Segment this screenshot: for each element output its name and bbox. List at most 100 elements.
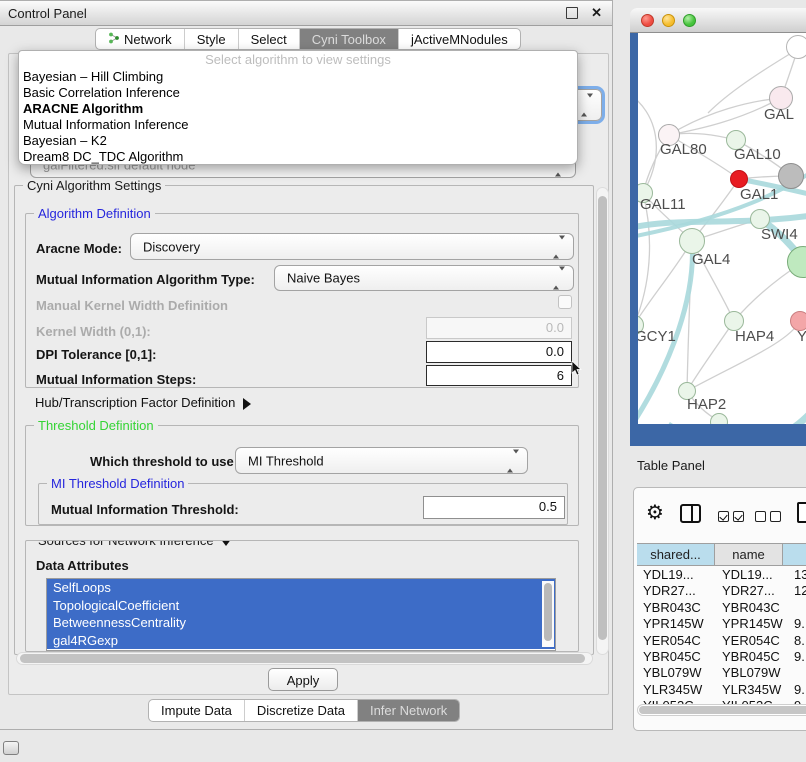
table-cell: YPR145W bbox=[637, 616, 722, 632]
table-cell: YDL19... bbox=[637, 567, 722, 583]
data-attribute-item[interactable]: TopologicalCoefficient bbox=[47, 597, 555, 615]
dpi-tolerance-field[interactable]: 0.0 bbox=[426, 341, 572, 363]
node-label-gal10: GAL10 bbox=[734, 146, 781, 163]
table-cell: YBR045C bbox=[722, 649, 794, 665]
table-row[interactable]: YDR27...YDR27...12 bbox=[637, 583, 806, 599]
table-cell: YDR27... bbox=[637, 583, 722, 599]
close-icon[interactable]: ✕ bbox=[591, 8, 602, 18]
collapsed-panel-icon[interactable] bbox=[3, 741, 19, 755]
table-row[interactable]: YER054CYER054C8. bbox=[637, 633, 806, 649]
table-cell: YDR27... bbox=[722, 583, 794, 599]
network-canvas[interactable]: GALGAL80GAL10GAL1GAL11SWI4GAL4GCY1HAP4YH… bbox=[638, 33, 806, 424]
chevron-updown-icon bbox=[553, 239, 565, 254]
tab-impute-data[interactable]: Impute Data bbox=[149, 700, 244, 721]
mi-algorithm-type-combobox[interactable]: Naive Bayes bbox=[274, 265, 574, 291]
tab-discretize-data[interactable]: Discretize Data bbox=[244, 700, 357, 721]
kernel-width-field[interactable]: 0.0 bbox=[426, 317, 572, 339]
node-label-gal80: GAL80 bbox=[660, 141, 707, 158]
apply-button[interactable]: Apply bbox=[268, 668, 338, 691]
algorithm-option-bayesian-hill-climbing[interactable]: Bayesian – Hill Climbing bbox=[19, 69, 577, 85]
tab-label: Network bbox=[124, 32, 172, 47]
data-attribute-item[interactable]: gal4RGexp bbox=[47, 632, 555, 650]
table-row[interactable]: YPR145WYPR145W9. bbox=[637, 616, 806, 632]
hub-definition-label: Hub/Transcription Factor Definition bbox=[35, 395, 235, 410]
data-attribute-item[interactable]: SelfLoops bbox=[47, 579, 555, 597]
which-threshold-combobox[interactable]: MI Threshold bbox=[235, 447, 528, 474]
table-panel: ⚙ shared...name YDL19...YDL19...13YDR27.… bbox=[633, 487, 806, 731]
mi-threshold-field[interactable]: 0.5 bbox=[423, 496, 565, 519]
tab-label: Style bbox=[197, 32, 226, 47]
table-cell: 13 bbox=[794, 567, 806, 583]
table-cell: YBL079W bbox=[722, 665, 794, 681]
table-row[interactable]: YBR045CYBR045C9. bbox=[637, 649, 806, 665]
algorithm-option-dream8-dc-tdc-algorithm[interactable]: Dream8 DC_TDC Algorithm bbox=[19, 149, 577, 165]
data-attributes-label: Data Attributes bbox=[36, 558, 129, 573]
network-window-frame: GALGAL80GAL10GAL1GAL11SWI4GAL4GCY1HAP4YH… bbox=[630, 33, 806, 446]
tab-style[interactable]: Style bbox=[184, 29, 238, 49]
node-label-gal11: GAL11 bbox=[640, 196, 686, 213]
gear-icon[interactable]: ⚙ bbox=[646, 501, 664, 523]
close-traffic-light[interactable] bbox=[641, 14, 654, 27]
deselect-all-checkboxes-icon[interactable] bbox=[755, 509, 785, 527]
hub-definition-expander[interactable]: Hub/Transcription Factor Definition bbox=[35, 395, 251, 410]
manual-kernel-label: Manual Kernel Width Definition bbox=[36, 298, 228, 313]
table-horizontal-scrollbar[interactable] bbox=[637, 704, 806, 716]
column-header-shared[interactable]: shared... bbox=[637, 544, 715, 565]
table-row[interactable]: YLR345WYLR345W9. bbox=[637, 682, 806, 698]
panel-title: Control Panel bbox=[8, 6, 566, 21]
minimize-traffic-light[interactable] bbox=[662, 14, 675, 27]
expander-down-icon bbox=[220, 540, 232, 546]
mi-threshold-label: Mutual Information Threshold: bbox=[51, 502, 239, 517]
float-panel-icon[interactable] bbox=[566, 7, 578, 19]
cyni-bottom-tabs: Impute DataDiscretize DataInfer Network bbox=[148, 699, 460, 722]
aracne-mode-combobox[interactable]: Discovery bbox=[130, 233, 574, 260]
mi-threshold-definition-group: MI Threshold Definition Mutual Informati… bbox=[38, 483, 568, 525]
which-threshold-label: Which threshold to use: bbox=[90, 454, 238, 469]
expander-right-icon bbox=[243, 398, 251, 410]
node-cut-top[interactable] bbox=[786, 35, 806, 59]
tab-cyni-toolbox[interactable]: Cyni Toolbox bbox=[299, 29, 398, 49]
dpi-tolerance-label: DPI Tolerance [0,1]: bbox=[36, 347, 156, 362]
manual-kernel-checkbox[interactable] bbox=[558, 295, 572, 309]
table-row[interactable]: YBL079WYBL079W bbox=[637, 665, 806, 681]
which-threshold-value: MI Threshold bbox=[248, 453, 324, 468]
node-gray[interactable] bbox=[778, 163, 804, 189]
tab-jactivemnodules[interactable]: jActiveMNodules bbox=[398, 29, 520, 49]
table-cell: YLR345W bbox=[722, 682, 794, 698]
tab-infer-network[interactable]: Infer Network bbox=[357, 700, 459, 721]
settings-horizontal-scrollbar[interactable] bbox=[16, 652, 593, 665]
node-cut-bottom[interactable] bbox=[710, 413, 728, 424]
column-header-name[interactable]: name bbox=[715, 544, 783, 565]
algorithm-option-bayesian-k2[interactable]: Bayesian – K2 bbox=[19, 133, 577, 149]
select-all-checkboxes-icon[interactable] bbox=[718, 509, 748, 527]
table-cell bbox=[794, 665, 806, 681]
tab-label: Select bbox=[251, 32, 287, 47]
data-attribute-item[interactable]: BetweennessCentrality bbox=[47, 614, 555, 632]
columns-icon[interactable] bbox=[680, 504, 701, 523]
mouse-cursor bbox=[571, 361, 583, 377]
node-label-swi4: SWI4 bbox=[761, 226, 798, 243]
document-icon[interactable] bbox=[797, 502, 806, 523]
zoom-traffic-light[interactable] bbox=[683, 14, 696, 27]
algorithm-option-basic-correlation-inference[interactable]: Basic Correlation Inference bbox=[19, 85, 577, 101]
table-row[interactable]: YDL19...YDL19...13 bbox=[637, 567, 806, 583]
tab-network[interactable]: Network bbox=[96, 29, 184, 49]
tab-select[interactable]: Select bbox=[238, 29, 299, 49]
table-row[interactable]: YBR043CYBR043C bbox=[637, 600, 806, 616]
column-header-cut[interactable] bbox=[783, 544, 806, 565]
list-scrollbar[interactable] bbox=[542, 581, 554, 647]
data-attributes-list: SelfLoopsTopologicalCoefficientBetweenne… bbox=[46, 578, 556, 651]
table-body: YDL19...YDL19...13YDR27...YDR27...12YBR0… bbox=[637, 567, 806, 704]
algorithm-definition-group: Algorithm Definition Aracne Mode: Discov… bbox=[25, 213, 579, 388]
table-panel-title: Table Panel bbox=[637, 458, 705, 473]
algorithm-option-mutual-information-inference[interactable]: Mutual Information Inference bbox=[19, 117, 577, 133]
mi-steps-field[interactable]: 6 bbox=[426, 365, 572, 386]
node-label-hap4: HAP4 bbox=[735, 328, 774, 345]
node-label-gal1: GAL1 bbox=[740, 186, 778, 203]
threshold-definition-group: Threshold Definition Which threshold to … bbox=[25, 425, 579, 526]
algorithm-option-aracne-algorithm[interactable]: ARACNE Algorithm bbox=[19, 101, 577, 117]
control-panel-titlebar: Control Panel ✕ bbox=[0, 1, 612, 26]
aracne-mode-value: Discovery bbox=[143, 239, 200, 254]
table-cell: 9. bbox=[794, 649, 806, 665]
settings-vertical-scrollbar[interactable] bbox=[596, 187, 609, 655]
